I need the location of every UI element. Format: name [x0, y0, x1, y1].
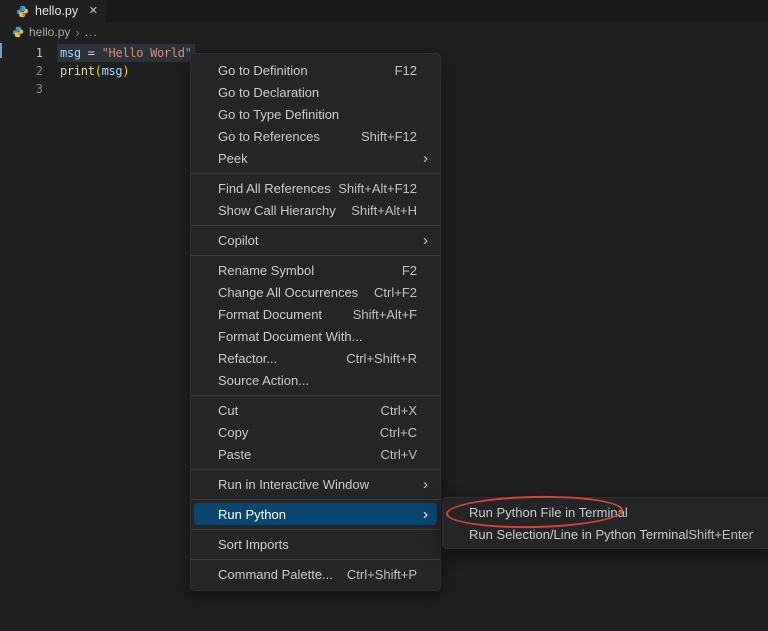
menu-item-label: Go to Definition: [218, 63, 395, 78]
menu-item-label: Find All References: [218, 181, 338, 196]
menu-item-format-document[interactable]: Format DocumentShift+Alt+F: [191, 303, 440, 325]
menu-separator: [191, 255, 440, 256]
menu-item-label: Run Python File in Terminal: [469, 505, 766, 520]
menu-item-go-to-declaration[interactable]: Go to Declaration: [191, 81, 440, 103]
menu-item-change-all-occurrences[interactable]: Change All OccurrencesCtrl+F2: [191, 281, 440, 303]
menu-item-label: Go to Declaration: [218, 85, 430, 100]
menu-item-find-all-references[interactable]: Find All ReferencesShift+Alt+F12: [191, 177, 440, 199]
menu-shortcut: F2: [402, 263, 430, 278]
menu-shortcut: Ctrl+C: [380, 425, 430, 440]
menu-item-go-to-references[interactable]: Go to ReferencesShift+F12: [191, 125, 440, 147]
menu-item-go-to-type-definition[interactable]: Go to Type Definition: [191, 103, 440, 125]
menu-separator: [191, 225, 440, 226]
context-menu: Go to DefinitionF12 Go to Declaration Go t…: [190, 53, 441, 591]
menu-item-label: Copilot: [218, 233, 423, 248]
menu-item-run-selection-line-in-python-terminal[interactable]: Run Selection/Line in Python TerminalShi…: [443, 523, 768, 545]
menu-shortcut: F12: [395, 63, 430, 78]
breadcrumb-file[interactable]: hello.py: [29, 25, 70, 39]
tab-close-icon[interactable]: ✕: [89, 6, 98, 17]
menu-separator: [191, 499, 440, 500]
menu-shortcut: Ctrl+Shift+P: [347, 567, 430, 582]
python-icon: [12, 26, 24, 38]
menu-item-label: Cut: [218, 403, 381, 418]
menu-item-paste[interactable]: PasteCtrl+V: [191, 443, 440, 465]
menu-item-show-call-hierarchy[interactable]: Show Call HierarchyShift+Alt+H: [191, 199, 440, 221]
line-number: 2: [0, 62, 51, 80]
chevron-right-icon: ›: [423, 233, 430, 248]
chevron-right-icon: ›: [75, 25, 79, 40]
menu-shortcut: Ctrl+F2: [374, 285, 430, 300]
menu-separator: [191, 469, 440, 470]
menu-item-command-palette[interactable]: Command Palette...Ctrl+Shift+P: [191, 563, 440, 585]
run-python-submenu: Run Python File in Terminal Run Selection…: [442, 497, 768, 549]
menu-shortcut: Ctrl+Shift+R: [346, 351, 430, 366]
chevron-right-icon: ›: [423, 507, 430, 522]
menu-item-run-python[interactable]: Run Python›: [194, 503, 437, 525]
menu-item-label: Go to References: [218, 129, 361, 144]
menu-item-label: Run in Interactive Window: [218, 477, 423, 492]
menu-item-label: Paste: [218, 447, 381, 462]
menu-item-label: Sort Imports: [218, 537, 430, 552]
menu-item-label: Show Call Hierarchy: [218, 203, 351, 218]
menu-item-sort-imports[interactable]: Sort Imports: [191, 533, 440, 555]
line-number: 3: [0, 80, 51, 98]
menu-item-label: Format Document With...: [218, 329, 430, 344]
menu-item-run-python-file-in-terminal[interactable]: Run Python File in Terminal: [443, 501, 768, 523]
menu-shortcut: Shift+Alt+H: [351, 203, 430, 218]
menu-item-label: Rename Symbol: [218, 263, 402, 278]
menu-shortcut: Shift+F12: [361, 129, 430, 144]
menu-separator: [191, 173, 440, 174]
menu-separator: [191, 529, 440, 530]
menu-item-format-document-with[interactable]: Format Document With...: [191, 325, 440, 347]
menu-item-peek[interactable]: Peek›: [191, 147, 440, 169]
line-number: 1: [0, 44, 51, 62]
breadcrumb: hello.py › ...: [0, 22, 768, 42]
menu-item-refactor[interactable]: Refactor...Ctrl+Shift+R: [191, 347, 440, 369]
menu-shortcut: Shift+Alt+F12: [338, 181, 430, 196]
menu-separator: [191, 395, 440, 396]
menu-item-label: Refactor...: [218, 351, 346, 366]
code-text: print(msg): [60, 62, 129, 80]
tab-bar: hello.py ✕: [0, 0, 768, 22]
menu-item-rename-symbol[interactable]: Rename SymbolF2: [191, 259, 440, 281]
menu-item-label: Copy: [218, 425, 380, 440]
menu-item-copilot[interactable]: Copilot›: [191, 229, 440, 251]
menu-item-label: Source Action...: [218, 373, 430, 388]
menu-item-label: Run Python: [218, 507, 423, 522]
menu-item-label: Format Document: [218, 307, 353, 322]
chevron-right-icon: ›: [423, 477, 430, 492]
menu-item-label: Change All Occurrences: [218, 285, 374, 300]
menu-item-label: Peek: [218, 151, 423, 166]
menu-item-label: Run Selection/Line in Python Terminal: [469, 527, 688, 542]
menu-item-label: Command Palette...: [218, 567, 347, 582]
menu-item-label: Go to Type Definition: [218, 107, 430, 122]
menu-shortcut: Ctrl+V: [381, 447, 430, 462]
editor-edge-marker: [0, 43, 2, 58]
menu-separator: [191, 559, 440, 560]
menu-item-copy[interactable]: CopyCtrl+C: [191, 421, 440, 443]
python-icon: [16, 5, 29, 18]
menu-shortcut: Ctrl+X: [381, 403, 430, 418]
menu-shortcut: Shift+Alt+F: [353, 307, 430, 322]
menu-item-go-to-definition[interactable]: Go to DefinitionF12: [191, 59, 440, 81]
tab-hello-py[interactable]: hello.py ✕: [0, 0, 106, 22]
code-text: msg = "Hello World": [57, 44, 195, 62]
breadcrumb-symbols[interactable]: ...: [85, 25, 98, 39]
menu-item-source-action[interactable]: Source Action...: [191, 369, 440, 391]
menu-item-run-in-interactive-window[interactable]: Run in Interactive Window›: [191, 473, 440, 495]
menu-item-cut[interactable]: CutCtrl+X: [191, 399, 440, 421]
menu-shortcut: Shift+Enter: [688, 527, 766, 542]
tab-label: hello.py: [35, 4, 78, 18]
chevron-right-icon: ›: [423, 151, 430, 166]
